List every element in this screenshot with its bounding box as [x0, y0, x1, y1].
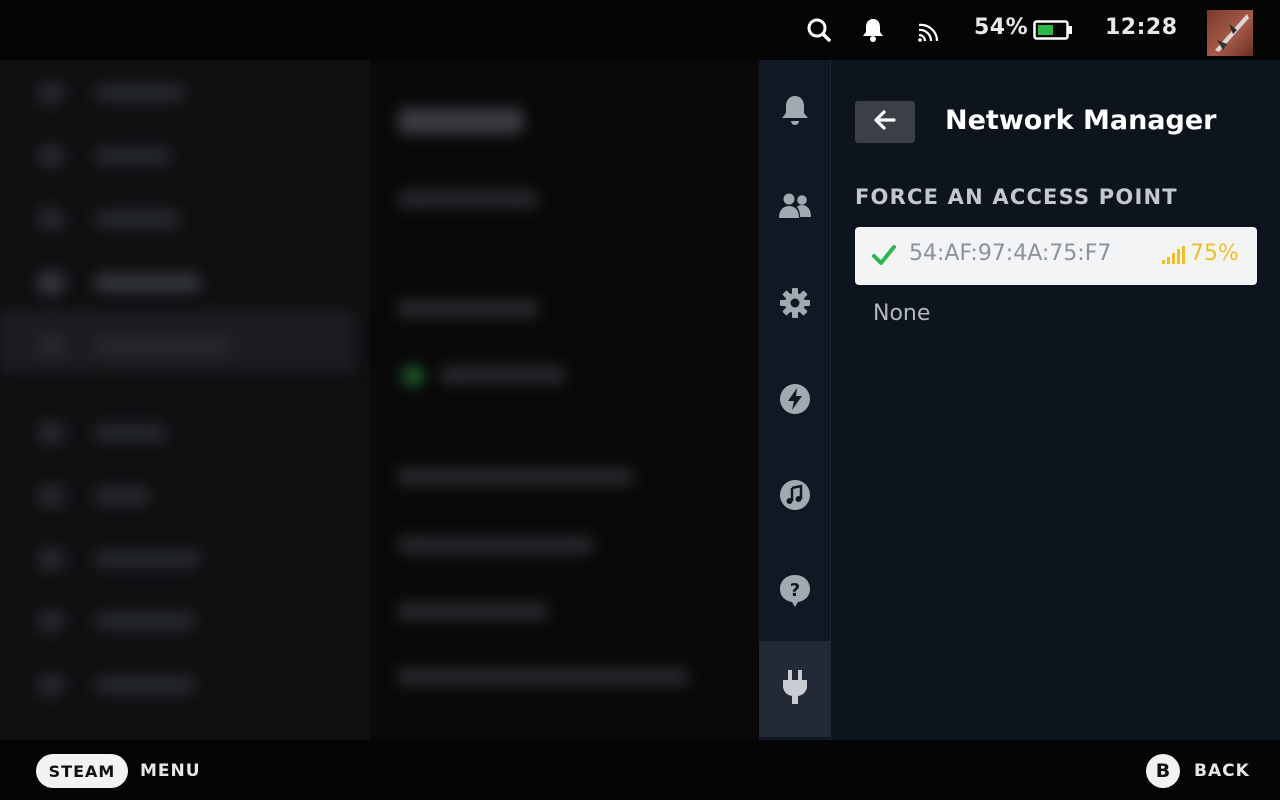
friends-icon: [778, 191, 812, 225]
wifi-icon: [915, 14, 943, 46]
access-point-name: 54:AF:97:4A:75:F7: [909, 241, 1112, 266]
rail-item-help[interactable]: ?: [759, 545, 830, 641]
background-menu: [0, 60, 370, 740]
rail-item-music[interactable]: [759, 449, 830, 545]
battery-percent: 54%: [974, 15, 1029, 40]
back-label: BACK: [1194, 761, 1250, 781]
rail-item-performance[interactable]: [759, 353, 830, 449]
music-icon: [778, 478, 812, 516]
access-point-row[interactable]: 54:AF:97:4A:75:F7 75%: [855, 227, 1257, 285]
lightning-icon: [778, 382, 812, 420]
notification-bell-icon[interactable]: [859, 14, 887, 46]
help-icon: ?: [778, 573, 812, 613]
arrow-left-icon: [873, 109, 897, 135]
battery-icon: [1033, 14, 1073, 46]
rail-item-notifications[interactable]: [759, 64, 830, 160]
back-button[interactable]: [855, 101, 915, 143]
svg-text:?: ?: [789, 580, 799, 601]
status-bar: 54% 12:28: [0, 0, 1280, 60]
signal-strength-icon: [1161, 245, 1185, 269]
bell-icon: [779, 93, 811, 131]
background-content: [370, 60, 760, 740]
gear-icon: [778, 286, 812, 324]
section-label: FORCE AN ACCESS POINT: [855, 185, 1178, 209]
access-point-signal: 75%: [1190, 241, 1239, 266]
steam-button[interactable]: STEAM: [36, 754, 128, 788]
battery-fill: [1038, 25, 1053, 35]
bottom-bar: STEAM MENU B BACK: [0, 740, 1280, 800]
page-title: Network Manager: [945, 105, 1217, 136]
search-icon[interactable]: [805, 14, 833, 46]
rail-item-friends[interactable]: [759, 160, 830, 256]
network-manager-panel: Network Manager FORCE AN ACCESS POINT 54…: [831, 60, 1280, 740]
checkmark-icon: [871, 243, 897, 271]
rail-item-settings[interactable]: [759, 257, 830, 353]
none-option[interactable]: None: [873, 301, 930, 326]
plug-icon: [780, 668, 810, 710]
b-button-glyph[interactable]: B: [1146, 754, 1180, 788]
avatar[interactable]: [1207, 10, 1253, 56]
rail-item-plugins[interactable]: [759, 641, 830, 737]
quick-access-rail: ?: [759, 60, 831, 740]
menu-label: MENU: [140, 761, 201, 781]
clock: 12:28: [1105, 15, 1178, 40]
